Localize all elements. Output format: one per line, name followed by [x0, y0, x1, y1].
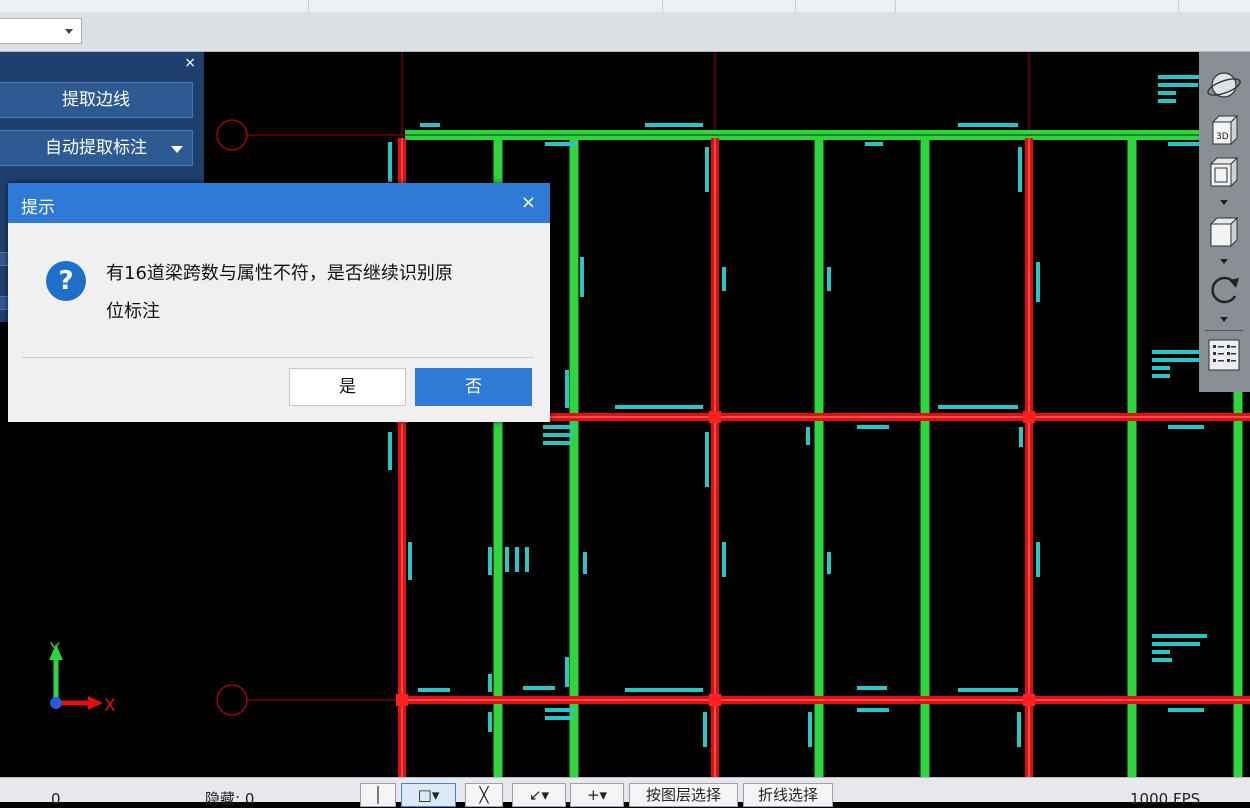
dialog-title-bar: 提示 × — [8, 183, 550, 223]
orbit-icon[interactable] — [1205, 66, 1243, 104]
prompt-dialog: 提示 × ? 有16道梁跨数与属性不符，是否继续识别原 位标注 是 否 — [8, 183, 550, 422]
rotate-icon[interactable] — [1205, 270, 1243, 308]
snap-button[interactable]: ↙▾ — [512, 783, 566, 807]
cube-3d-icon[interactable]: 3D — [1205, 110, 1243, 148]
dialog-message-line: 有16道梁跨数与属性不符，是否继续识别原 — [106, 263, 453, 284]
dialog-message-line: 位标注 — [106, 301, 160, 322]
plus-icon: +▾ — [586, 786, 608, 804]
auto-extract-label: 自动提取标注 — [45, 138, 147, 158]
auto-extract-annotation-button[interactable]: 自动提取标注 — [0, 130, 193, 166]
toolbar — [0, 12, 1250, 52]
no-button[interactable]: 否 — [415, 368, 532, 406]
cross-icon: ╳ — [479, 786, 489, 804]
axis-bubble — [216, 119, 248, 151]
close-icon[interactable]: × — [521, 192, 536, 213]
select-box-icon: □▾ — [417, 786, 440, 804]
count-value: 0 — [51, 790, 61, 808]
ortho-toggle-button[interactable]: │ — [360, 783, 396, 807]
cross-select-button[interactable]: ╳ — [465, 783, 503, 807]
polyline-select-button[interactable]: 折线选择 — [743, 783, 833, 807]
view-toolbar: 3D — [1199, 52, 1250, 392]
cube-top-icon[interactable] — [1205, 154, 1243, 192]
question-icon: ? — [46, 261, 86, 301]
divider — [1205, 330, 1243, 331]
add-button[interactable]: +▾ — [570, 783, 624, 807]
axis-bubble — [216, 684, 248, 716]
dialog-message: 有16道梁跨数与属性不符，是否继续识别原 位标注 — [106, 255, 526, 331]
svg-text:3D: 3D — [1216, 132, 1229, 142]
dialog-title: 提示 — [21, 198, 55, 218]
fps-readout: 1000 FPS — [1130, 790, 1201, 808]
hidden-count: 隐藏: 0 — [205, 790, 255, 808]
dropdown-arrow-icon[interactable] — [171, 146, 183, 153]
chevron-down-icon[interactable] — [1220, 317, 1228, 322]
chevron-down-icon[interactable] — [1220, 259, 1228, 264]
status-bar: 0 隐藏: 0 │ □▾ ╳ ↙▾ +▾ 按图层选择 折线选择 1000 FPS — [0, 777, 1250, 808]
chevron-down-icon[interactable] — [1220, 200, 1228, 205]
select-mode-button[interactable]: □▾ — [401, 783, 456, 807]
extract-edge-button[interactable]: 提取边线 — [0, 82, 193, 118]
ortho-icon: │ — [373, 786, 383, 804]
display-settings-icon[interactable] — [1205, 336, 1243, 374]
chevron-down-icon[interactable] — [65, 29, 73, 34]
layer-select-button[interactable]: 按图层选择 — [629, 783, 738, 807]
floor-select-combo[interactable] — [0, 18, 82, 44]
cube-side-icon[interactable] — [1205, 212, 1243, 250]
panel-close-icon[interactable]: × — [184, 54, 196, 72]
x-axis-label: X — [104, 696, 116, 716]
snap-icon: ↙▾ — [528, 786, 550, 804]
divider — [22, 357, 534, 358]
y-axis-label: Y — [49, 639, 60, 658]
yes-button[interactable]: 是 — [289, 368, 406, 406]
